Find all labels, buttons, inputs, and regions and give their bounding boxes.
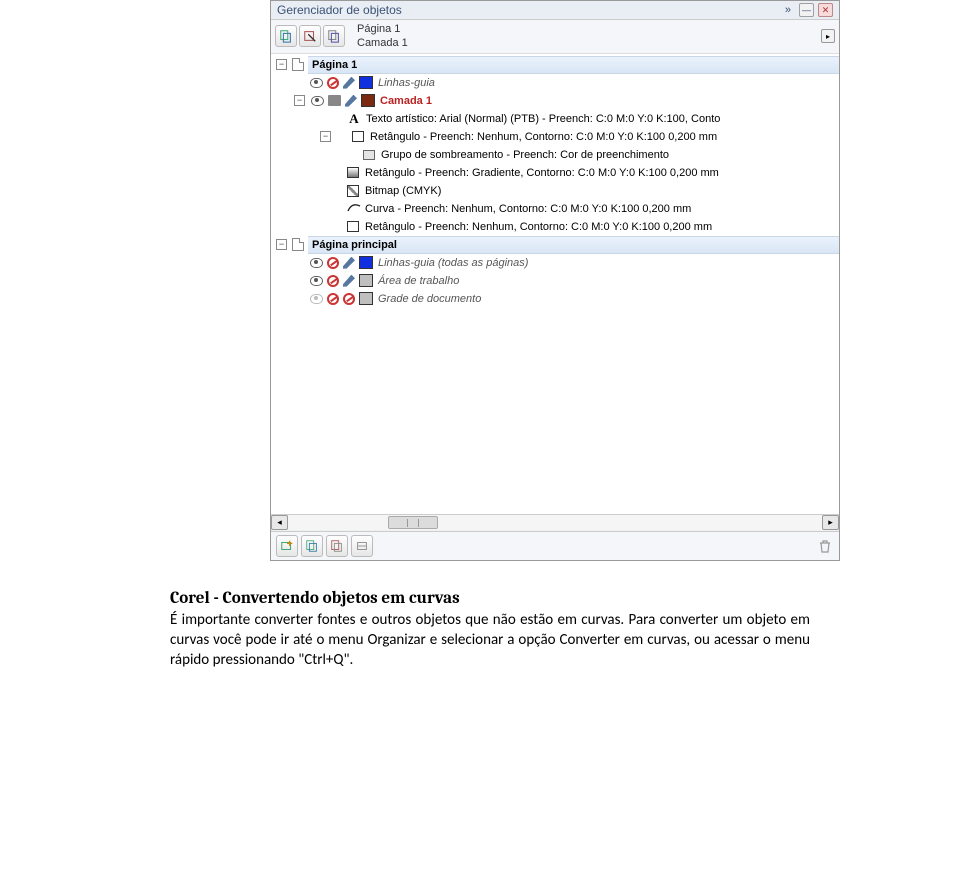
- edit-disabled-icon[interactable]: [343, 293, 355, 305]
- rectangle-icon: [347, 221, 359, 232]
- object-label: Texto artístico: Arial (Normal) (PTB) - …: [366, 113, 720, 125]
- tree-layer-row[interactable]: − Camada 1: [273, 92, 839, 110]
- bitmap-icon: [347, 185, 359, 197]
- master-page-label: Página principal: [308, 236, 839, 254]
- rectangle-icon: [347, 167, 359, 178]
- tree-object-row[interactable]: Grupo de sombreamento - Preench: Cor de …: [273, 146, 839, 164]
- top-toolbar: Página 1 Camada 1 ▸: [271, 20, 839, 54]
- article-section: Corel - Convertendo objetos em curvas É …: [80, 589, 880, 671]
- titlebar: Gerenciador de objetos » — ✕: [271, 1, 839, 20]
- object-label: Grupo de sombreamento - Preench: Cor de …: [381, 149, 669, 161]
- toolbar-overflow-button[interactable]: ▸: [821, 29, 835, 43]
- color-swatch[interactable]: [359, 76, 373, 89]
- more-chevron-icon[interactable]: »: [785, 4, 789, 16]
- color-swatch[interactable]: [359, 292, 373, 305]
- object-label: Retângulo - Preench: Gradiente, Contorno…: [365, 167, 719, 179]
- new-layer-button[interactable]: [276, 535, 298, 557]
- print-disabled-icon[interactable]: [327, 77, 339, 89]
- expander-icon[interactable]: −: [294, 95, 305, 106]
- print-disabled-icon[interactable]: [327, 257, 339, 269]
- print-disabled-icon[interactable]: [327, 275, 339, 287]
- edit-icon[interactable]: [343, 77, 355, 89]
- toolbar-context: Página 1 Camada 1: [357, 22, 408, 51]
- print-icon[interactable]: [328, 95, 341, 106]
- tree-object-row[interactable]: Curva - Preench: Nenhum, Contorno: C:0 M…: [273, 200, 839, 218]
- tree-master-item[interactable]: Linhas-guia (todas as páginas): [273, 254, 839, 272]
- tree-guide-layer[interactable]: Linhas-guia: [273, 74, 839, 92]
- panel-title: Gerenciador de objetos: [277, 3, 402, 17]
- master-item-label: Linhas-guia (todas as páginas): [378, 257, 528, 269]
- layer-label: Camada 1: [380, 95, 432, 107]
- context-layer: Camada 1: [357, 36, 408, 50]
- layer-button-4[interactable]: [351, 535, 373, 557]
- new-master-layer-button[interactable]: [301, 535, 323, 557]
- visibility-icon[interactable]: [310, 258, 323, 268]
- minimize-button[interactable]: —: [799, 3, 814, 17]
- context-page: Página 1: [357, 22, 408, 36]
- tree-object-row[interactable]: Retângulo - Preench: Nenhum, Contorno: C…: [273, 218, 839, 236]
- curve-icon: [347, 201, 361, 216]
- tree-master-page-row[interactable]: − Página principal: [273, 236, 839, 254]
- edit-icon[interactable]: [343, 275, 355, 287]
- scroll-right-button[interactable]: ▸: [822, 515, 839, 530]
- object-label: Retângulo - Preench: Nenhum, Contorno: C…: [365, 221, 712, 233]
- page-icon: [292, 58, 304, 71]
- object-label: Curva - Preench: Nenhum, Contorno: C:0 M…: [365, 203, 691, 215]
- tree-object-row[interactable]: − Retângulo - Preench: Nenhum, Contorno:…: [273, 128, 839, 146]
- text-icon: A: [347, 112, 361, 126]
- visibility-icon[interactable]: [310, 78, 323, 88]
- delete-button[interactable]: [816, 537, 834, 555]
- tree-master-item[interactable]: Área de trabalho: [273, 272, 839, 290]
- edit-icon[interactable]: [343, 257, 355, 269]
- bottom-toolbar: [271, 531, 839, 560]
- horizontal-scrollbar[interactable]: ◂ ▸: [271, 514, 839, 531]
- print-disabled-icon[interactable]: [327, 293, 339, 305]
- close-button[interactable]: ✕: [818, 3, 833, 17]
- tree-object-row[interactable]: Bitmap (CMYK): [273, 182, 839, 200]
- tree-object-row[interactable]: A Texto artístico: Arial (Normal) (PTB) …: [273, 110, 839, 128]
- master-item-label: Grade de documento: [378, 293, 481, 305]
- object-manager-panel: Gerenciador de objetos » — ✕ Pági: [270, 0, 840, 561]
- color-swatch[interactable]: [359, 256, 373, 269]
- color-swatch[interactable]: [359, 274, 373, 287]
- toolbar-button-1[interactable]: [275, 25, 297, 47]
- object-tree: − Página 1 Linhas-guia −: [271, 54, 839, 514]
- article-heading: Corel - Convertendo objetos em curvas: [170, 589, 810, 608]
- edit-icon[interactable]: [345, 95, 357, 107]
- scroll-thumb[interactable]: [388, 516, 438, 529]
- article-body: É importante converter fontes e outros o…: [170, 610, 810, 671]
- page-label: Página 1: [308, 56, 839, 74]
- object-label: Retângulo - Preench: Nenhum, Contorno: C…: [370, 131, 717, 143]
- expander-icon[interactable]: −: [320, 131, 331, 142]
- shadow-group-icon: [363, 150, 375, 160]
- expander-icon[interactable]: −: [276, 239, 287, 250]
- page-icon: [292, 238, 304, 251]
- scroll-left-button[interactable]: ◂: [271, 515, 288, 530]
- layer-button-3[interactable]: [326, 535, 348, 557]
- toolbar-button-2[interactable]: [299, 25, 321, 47]
- object-label: Bitmap (CMYK): [365, 185, 441, 197]
- arrow-right-icon: ▸: [826, 32, 830, 41]
- guide-layer-label: Linhas-guia: [378, 77, 435, 89]
- visibility-icon[interactable]: [310, 276, 323, 286]
- master-item-label: Área de trabalho: [378, 275, 459, 287]
- rectangle-icon: [352, 131, 364, 142]
- visibility-icon[interactable]: [310, 294, 323, 304]
- tree-master-item[interactable]: Grade de documento: [273, 290, 839, 308]
- tree-object-row[interactable]: Retângulo - Preench: Gradiente, Contorno…: [273, 164, 839, 182]
- tree-page-row[interactable]: − Página 1: [273, 56, 839, 74]
- scroll-track[interactable]: [288, 515, 822, 530]
- expander-icon[interactable]: −: [276, 59, 287, 70]
- color-swatch[interactable]: [361, 94, 375, 107]
- visibility-icon[interactable]: [311, 96, 324, 106]
- toolbar-button-3[interactable]: [323, 25, 345, 47]
